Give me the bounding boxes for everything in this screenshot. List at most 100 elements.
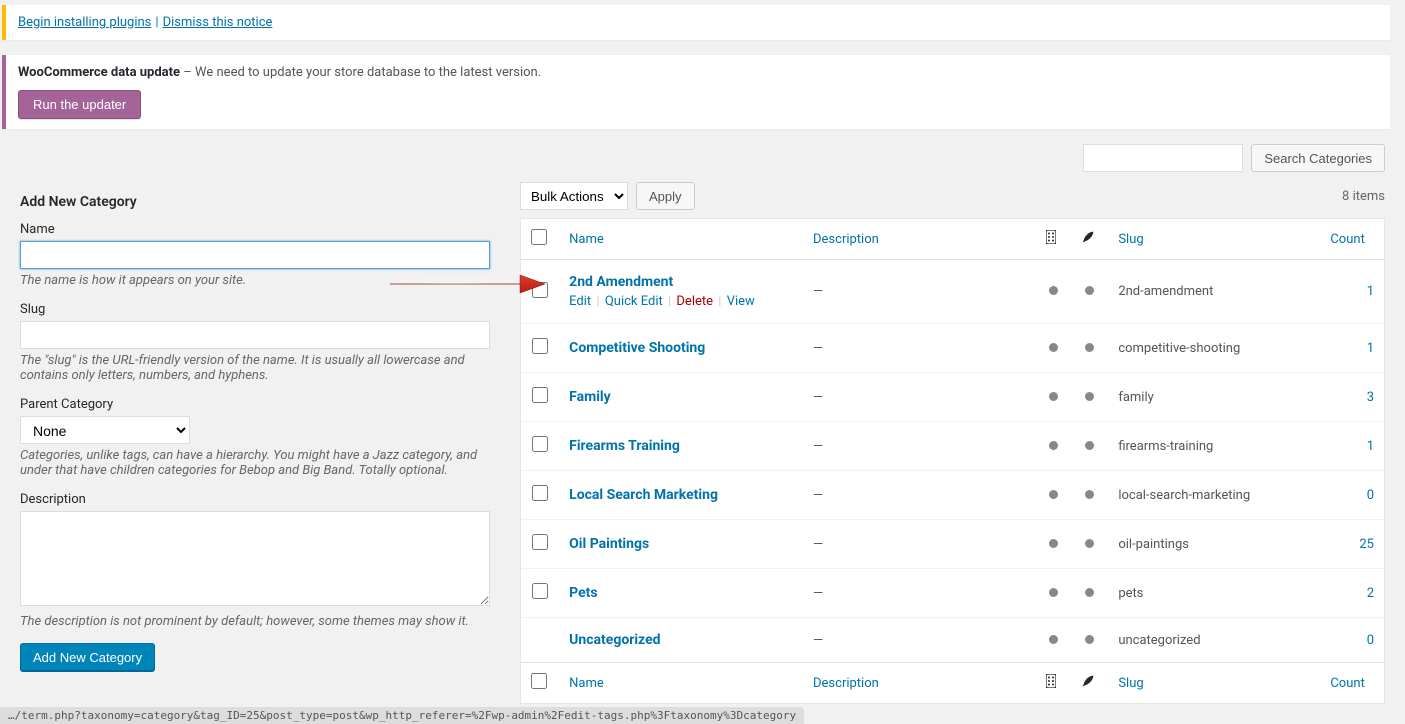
col-description-footer[interactable]: Description	[813, 676, 879, 691]
col-description-header[interactable]: Description	[813, 232, 879, 247]
col-count-header[interactable]: Count	[1330, 232, 1364, 247]
count-link[interactable]: 1	[1367, 439, 1374, 454]
delete-link[interactable]: Delete	[676, 294, 713, 309]
feather-icon	[1080, 678, 1096, 693]
table-row: Local Search Marketing—local-search-mark…	[521, 471, 1384, 520]
slug-cell: local-search-marketing	[1108, 471, 1320, 520]
status-dot-2	[1070, 569, 1108, 618]
status-dot-1	[1036, 422, 1070, 471]
slug-cell: oil-paintings	[1108, 520, 1320, 569]
bulk-actions-select[interactable]: Bulk Actions	[520, 182, 628, 210]
description-cell: —	[803, 618, 1036, 662]
category-name-link[interactable]: Competitive Shooting	[569, 340, 705, 356]
status-dot-1	[1036, 324, 1070, 373]
slug-cell: pets	[1108, 569, 1320, 618]
status-bar-url: …/term.php?taxonomy=category&tag_ID=25&p…	[0, 707, 804, 724]
categories-table: Name Description Slug Count 2nd Amendmen…	[520, 218, 1385, 704]
slug-cell: uncategorized	[1108, 618, 1320, 662]
woo-notice-text: – We need to update your store database …	[180, 65, 541, 80]
parent-desc: Categories, unlike tags, can have a hier…	[20, 448, 490, 478]
status-dot-1	[1036, 569, 1070, 618]
col-name-footer[interactable]: Name	[569, 676, 604, 691]
count-link[interactable]: 1	[1367, 284, 1374, 299]
status-dot-1	[1036, 520, 1070, 569]
items-count: 8 items	[1342, 189, 1385, 204]
name-label: Name	[20, 222, 490, 237]
status-dot-2	[1070, 471, 1108, 520]
category-name-link[interactable]: Uncategorized	[569, 632, 660, 648]
status-dot-1	[1036, 260, 1070, 324]
category-name-link[interactable]: Family	[569, 389, 611, 405]
slug-label: Slug	[20, 302, 490, 317]
apply-button[interactable]: Apply	[636, 182, 695, 210]
row-checkbox[interactable]	[532, 485, 548, 501]
count-link[interactable]: 1	[1367, 341, 1374, 356]
parent-select[interactable]: None	[20, 416, 190, 444]
description-textarea[interactable]	[20, 511, 490, 606]
table-row: Uncategorized — uncategorized 0	[521, 618, 1384, 662]
table-row: Family — family 3	[521, 373, 1384, 422]
count-link[interactable]: 0	[1367, 633, 1374, 648]
plugins-notice: Begin installing plugins|Dismiss this no…	[2, 5, 1390, 40]
status-dot-2	[1070, 260, 1108, 324]
table-row: 2nd Amendment Edit | Quick Edit | Delete …	[521, 260, 1384, 324]
select-all-checkbox[interactable]	[531, 229, 547, 245]
table-row: Pets—pets2	[521, 569, 1384, 618]
view-link[interactable]: View	[727, 294, 755, 309]
status-dot-1	[1036, 471, 1070, 520]
dismiss-notice-link[interactable]: Dismiss this notice	[163, 15, 273, 30]
category-name-link[interactable]: Oil Paintings	[569, 536, 649, 552]
row-checkbox[interactable]	[532, 338, 548, 354]
slug-cell: competitive-shooting	[1108, 324, 1320, 373]
icon-column-dots	[1046, 230, 1058, 248]
icon-column-dots	[1046, 674, 1058, 692]
begin-install-link[interactable]: Begin installing plugins	[18, 15, 151, 30]
description-cell: —	[803, 373, 1036, 422]
run-updater-button[interactable]: Run the updater	[18, 90, 141, 119]
woo-notice-title: WooCommerce data update	[18, 65, 180, 80]
row-checkbox[interactable]	[532, 436, 548, 452]
parent-label: Parent Category	[20, 397, 490, 412]
count-link[interactable]: 3	[1367, 390, 1374, 405]
slug-cell: family	[1108, 373, 1320, 422]
row-checkbox[interactable]	[532, 583, 548, 599]
table-row: Oil Paintings — oil-paintings 25	[521, 520, 1384, 569]
table-row: Competitive Shooting — competitive-shootin…	[521, 324, 1384, 373]
col-name-header[interactable]: Name	[569, 232, 604, 247]
edit-link[interactable]: Edit	[569, 294, 591, 309]
description-cell: —	[803, 520, 1036, 569]
category-name-link[interactable]: Pets	[569, 585, 597, 601]
count-link[interactable]: 0	[1367, 488, 1374, 503]
search-input[interactable]	[1083, 144, 1243, 172]
col-slug-header[interactable]: Slug	[1118, 232, 1143, 247]
description-cell: —	[803, 422, 1036, 471]
search-categories-button[interactable]: Search Categories	[1251, 144, 1385, 172]
status-dot-2	[1070, 618, 1108, 662]
name-desc: The name is how it appears on your site.	[20, 273, 490, 288]
status-dot-2	[1070, 520, 1108, 569]
row-checkbox[interactable]	[532, 534, 548, 550]
col-slug-footer[interactable]: Slug	[1118, 676, 1143, 691]
description-label: Description	[20, 492, 490, 507]
select-all-checkbox-bottom[interactable]	[531, 673, 547, 689]
row-checkbox[interactable]	[532, 387, 548, 403]
status-dot-2	[1070, 373, 1108, 422]
count-link[interactable]: 25	[1359, 537, 1374, 552]
add-new-heading: Add New Category	[20, 194, 490, 210]
slug-input[interactable]	[20, 321, 490, 349]
feather-icon	[1080, 234, 1096, 249]
row-actions: Edit | Quick Edit | Delete | View	[569, 294, 793, 309]
quick-edit-link[interactable]: Quick Edit	[605, 294, 663, 309]
description-cell: —	[803, 324, 1036, 373]
row-checkbox[interactable]	[532, 282, 548, 298]
table-row: Firearms Training—firearms-training1	[521, 422, 1384, 471]
count-link[interactable]: 2	[1367, 586, 1374, 601]
category-name-link[interactable]: Local Search Marketing	[569, 487, 718, 503]
category-name-link[interactable]: 2nd Amendment	[569, 274, 673, 290]
status-dot-1	[1036, 618, 1070, 662]
status-dot-1	[1036, 373, 1070, 422]
name-input[interactable]	[20, 241, 490, 269]
add-category-button[interactable]: Add New Category	[20, 643, 155, 671]
category-name-link[interactable]: Firearms Training	[569, 438, 680, 454]
col-count-footer[interactable]: Count	[1330, 676, 1364, 691]
